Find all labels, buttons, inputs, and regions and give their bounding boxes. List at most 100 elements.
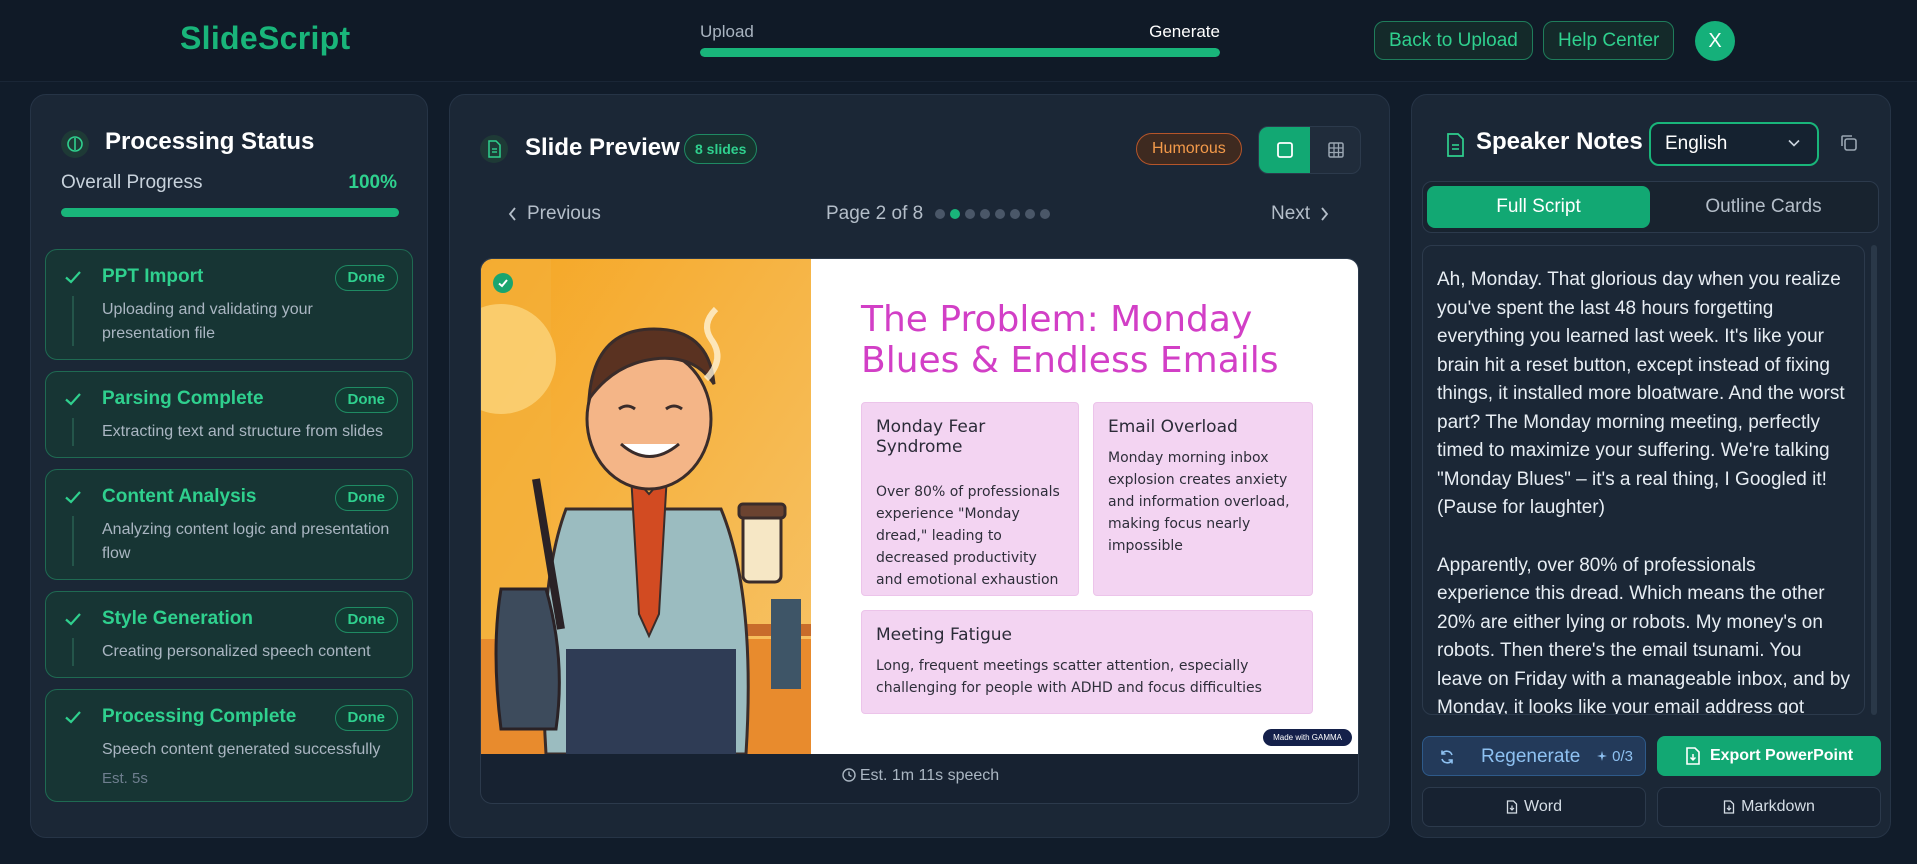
page-dot[interactable]: [980, 209, 991, 219]
stage-card-ppt-import: PPT Import Done Uploading and validating…: [45, 249, 413, 360]
check-icon: [65, 271, 81, 284]
speech-estimate-text: Est. 1m 11s speech: [859, 767, 1000, 784]
stage-title: Parsing Complete: [102, 388, 264, 409]
slide-count-badge: 8 slides: [684, 134, 758, 164]
stage-card-content-analysis: Content Analysis Done Analyzing content …: [45, 469, 413, 580]
page-dot[interactable]: [1025, 209, 1036, 219]
slide-card: Meeting Fatigue Long, frequent meetings …: [861, 610, 1313, 714]
overall-progress-value: 100%: [348, 172, 397, 193]
stage-title: Processing Complete: [102, 706, 297, 727]
card-title: Meeting Fatigue: [876, 625, 1012, 645]
stage-title: Content Analysis: [102, 486, 257, 507]
stage-card-parsing: Parsing Complete Done Extracting text an…: [45, 371, 413, 458]
overall-progress-label: Overall Progress: [61, 172, 203, 193]
stage-title: Style Generation: [102, 608, 253, 629]
step-upload-label: Upload: [700, 22, 754, 41]
copy-icon[interactable]: [1839, 133, 1859, 153]
slide-frame: The Problem: Monday Blues & Endless Emai…: [480, 258, 1359, 804]
help-center-button[interactable]: Help Center: [1543, 21, 1675, 60]
card-text: Long, frequent meetings scatter attentio…: [876, 658, 1262, 696]
check-icon: [65, 393, 81, 406]
card-text: Monday morning inbox explosion creates a…: [1108, 450, 1290, 554]
slide-preview-panel: Slide Preview 8 slides Humorous Previous…: [449, 94, 1390, 838]
chevron-left-icon: [508, 207, 516, 221]
markdown-label: Markdown: [1741, 798, 1815, 815]
status-badge: Done: [334, 387, 398, 413]
back-to-upload-button[interactable]: Back to Upload: [1374, 21, 1533, 60]
slide-canvas[interactable]: The Problem: Monday Blues & Endless Emai…: [481, 259, 1358, 754]
panel-title: Speaker Notes: [1476, 128, 1643, 155]
slide-card: Email Overload Monday morning inbox expl…: [1093, 402, 1313, 596]
speaker-notes-text[interactable]: Ah, Monday. That glorious day when you r…: [1422, 245, 1865, 715]
step-progress-fill: [700, 48, 1220, 57]
selected-check-icon: [493, 273, 513, 293]
regenerate-count: 0/3: [1596, 748, 1633, 765]
speaker-notes-panel: Speaker Notes English Full Script Outlin…: [1411, 94, 1891, 838]
processing-status-panel: Processing Status Overall Progress 100% …: [30, 94, 428, 838]
stage-description: Extracting text and structure from slide…: [102, 423, 383, 440]
word-label: Word: [1524, 798, 1562, 815]
next-button[interactable]: Next: [1271, 203, 1329, 225]
gamma-watermark: Made with GAMMA: [1263, 729, 1352, 746]
speech-estimate: Est. 1m 11s speech: [481, 767, 1358, 785]
stage-card-style-generation: Style Generation Done Creating personali…: [45, 591, 413, 678]
grid-view-button[interactable]: [1310, 127, 1360, 173]
refresh-icon: [1441, 750, 1453, 764]
status-badge: Done: [334, 265, 398, 291]
step-generate-label: Generate: [1149, 22, 1220, 41]
export-powerpoint-button[interactable]: Export PowerPoint: [1657, 736, 1881, 776]
next-label: Next: [1271, 203, 1311, 224]
tab-outline-cards[interactable]: Outline Cards: [1652, 186, 1875, 228]
grid-icon: [1327, 142, 1344, 158]
previous-button[interactable]: Previous: [508, 203, 601, 225]
page-dot[interactable]: [995, 209, 1006, 219]
chevron-right-icon: [1321, 207, 1329, 221]
export-label: Export PowerPoint: [1709, 747, 1854, 764]
notes-scrollbar[interactable]: [1871, 245, 1877, 715]
page-dot[interactable]: [935, 209, 946, 219]
stage-title: PPT Import: [102, 266, 204, 287]
panel-title: Processing Status: [105, 128, 315, 155]
app-logo[interactable]: SlideScript: [180, 20, 350, 57]
tab-full-script[interactable]: Full Script: [1427, 186, 1650, 228]
stage-description: Speech content generated successfully: [102, 741, 381, 758]
stage-card-processing-complete: Processing Complete Done Speech content …: [45, 689, 413, 802]
regenerate-count-value: 0/3: [1612, 748, 1633, 765]
single-view-button[interactable]: [1259, 127, 1310, 173]
brain-icon: [61, 130, 89, 158]
status-badge: Done: [334, 705, 398, 731]
regenerate-button[interactable]: Regenerate 0/3: [1422, 736, 1646, 776]
overall-progress-bar: [61, 208, 399, 217]
page-dot[interactable]: [1040, 209, 1051, 219]
page-dot[interactable]: [965, 209, 976, 219]
timeline-line: [72, 296, 74, 346]
chevron-down-icon: [1788, 139, 1800, 147]
page-dot[interactable]: [1010, 209, 1021, 219]
status-badge: Done: [334, 485, 398, 511]
step-progress-track: [700, 48, 1220, 57]
page-dots: [935, 209, 1051, 219]
square-icon: [1276, 142, 1293, 158]
overall-progress-fill: [61, 208, 399, 217]
card-text: Over 80% of professionals experience "Mo…: [876, 484, 1060, 588]
check-icon: [65, 711, 81, 724]
language-select[interactable]: English: [1649, 122, 1819, 166]
page-dot[interactable]: [950, 209, 961, 219]
tone-badge[interactable]: Humorous: [1136, 133, 1242, 165]
check-icon: [65, 491, 81, 504]
document-icon: [480, 135, 508, 163]
status-badge: Done: [334, 607, 398, 633]
markdown-export-button[interactable]: Markdown: [1657, 787, 1881, 827]
top-bar: SlideScript Upload Generate Back to Uplo…: [0, 0, 1917, 82]
view-toggle: [1258, 126, 1361, 174]
check-icon: [65, 613, 81, 626]
word-export-button[interactable]: Word: [1422, 787, 1646, 827]
timeline-line: [72, 516, 74, 566]
pagination: Page 2 of 8: [826, 203, 1051, 225]
timeline-line: [72, 418, 74, 446]
file-export-icon: [1686, 747, 1700, 765]
sparkle-icon: [1597, 751, 1608, 761]
slide-card: Monday Fear Syndrome Over 80% of profess…: [861, 402, 1079, 596]
stage-description: Analyzing content logic and presentation…: [102, 521, 390, 562]
avatar[interactable]: X: [1695, 21, 1735, 61]
